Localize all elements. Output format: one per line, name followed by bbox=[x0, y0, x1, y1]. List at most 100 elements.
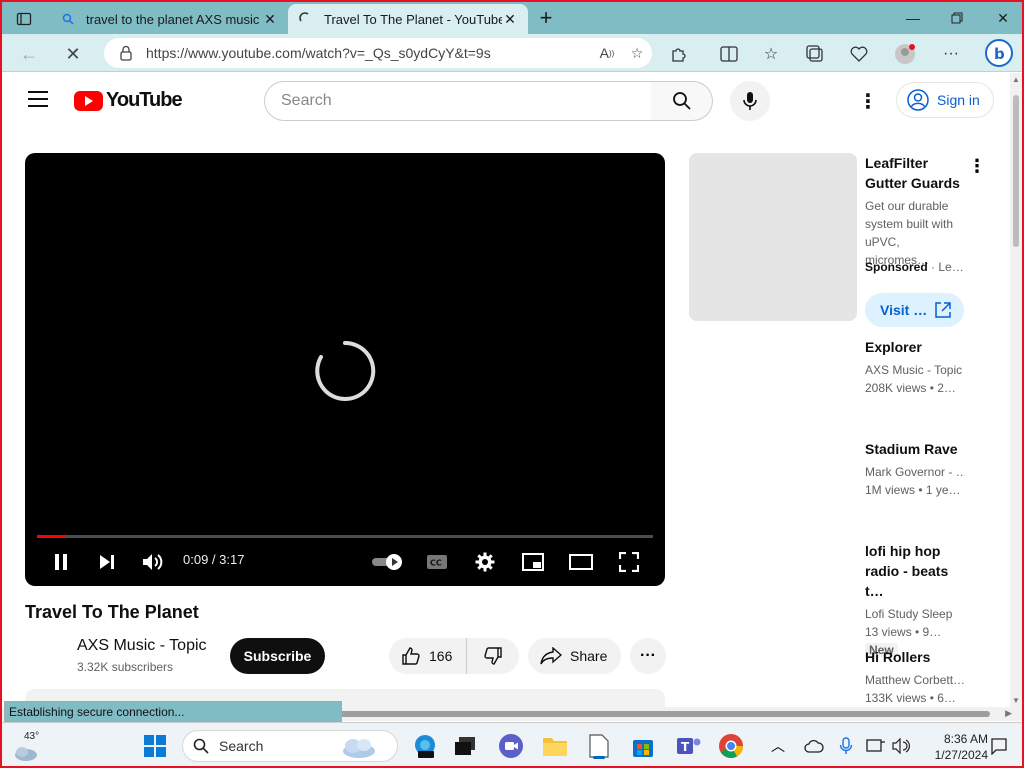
ad-thumbnail[interactable] bbox=[689, 153, 857, 321]
search-input[interactable]: Search bbox=[264, 81, 652, 121]
status-bar: Establishing secure connection... bbox=[4, 701, 342, 722]
edge-preview-app[interactable] bbox=[410, 731, 440, 761]
maximize-button[interactable] bbox=[934, 2, 980, 34]
search-placeholder: Search bbox=[281, 92, 332, 109]
plus-icon: + bbox=[539, 5, 553, 30]
settings-menu-button[interactable]: ··· bbox=[938, 41, 964, 67]
account-icon bbox=[907, 89, 929, 111]
notepad-app[interactable] bbox=[584, 731, 614, 761]
favorites-button[interactable]: ☆ bbox=[758, 41, 784, 67]
close-icon: ✕ bbox=[65, 43, 81, 64]
store-app[interactable] bbox=[628, 731, 658, 761]
read-aloud-icon[interactable]: A)) bbox=[592, 38, 622, 68]
tab-youtube[interactable]: Travel To The Planet - YouTube ✕ bbox=[288, 4, 528, 34]
sign-in-button[interactable]: Sign in bbox=[896, 82, 994, 118]
mute-button[interactable] bbox=[139, 549, 167, 575]
copilot-button[interactable]: b bbox=[984, 38, 1014, 68]
teams-app[interactable]: T bbox=[674, 731, 704, 761]
show-hidden-icons-button[interactable]: ︿ bbox=[768, 731, 788, 761]
collections-button[interactable] bbox=[802, 41, 828, 67]
onedrive-tray[interactable] bbox=[802, 731, 826, 761]
split-screen-button[interactable] bbox=[716, 41, 742, 67]
vertical-scrollbar[interactable]: ▲ ▼ bbox=[1010, 73, 1022, 707]
vertical-dots-icon: ⋮ bbox=[968, 155, 986, 176]
hamburger-menu-button[interactable] bbox=[28, 91, 48, 107]
miniplayer-button[interactable] bbox=[519, 549, 547, 575]
captions-button[interactable]: CC bbox=[423, 549, 451, 575]
pause-button[interactable] bbox=[47, 549, 75, 575]
dislike-button[interactable] bbox=[467, 638, 519, 674]
progress-bar[interactable] bbox=[37, 535, 653, 538]
start-button[interactable] bbox=[140, 731, 170, 761]
file-explorer-app[interactable] bbox=[540, 731, 570, 761]
tab-actions-button[interactable] bbox=[10, 8, 38, 30]
more-actions-button[interactable]: ··· bbox=[630, 638, 666, 674]
close-icon[interactable]: ✕ bbox=[262, 11, 278, 27]
ad-menu-button[interactable]: ⋮ bbox=[968, 155, 986, 177]
channel-name[interactable]: AXS Music - Topic bbox=[77, 637, 207, 655]
scroll-right-icon[interactable]: ▶ bbox=[1005, 708, 1012, 719]
voice-search-button[interactable] bbox=[730, 81, 770, 121]
visit-site-button[interactable]: Visit … bbox=[865, 293, 964, 327]
external-link-icon bbox=[935, 302, 951, 318]
recommendation-item[interactable]: Hi Rollers Matthew Corbett… 133K views •… bbox=[865, 647, 965, 707]
video-player[interactable]: 0:09 / 3:17 CC bbox=[25, 153, 665, 586]
puzzle-icon bbox=[672, 48, 686, 62]
profile-button[interactable] bbox=[892, 41, 918, 67]
ad-title[interactable]: LeafFilter Gutter Guards bbox=[865, 153, 965, 193]
recommendation-item[interactable]: Stadium Rave Mark Governor - … 1M views … bbox=[865, 439, 965, 499]
favorites-icon: ☆ bbox=[763, 46, 779, 63]
browser-window: travel to the planet AXS music - ✕ Trave… bbox=[0, 0, 1024, 768]
scroll-down-icon[interactable]: ▼ bbox=[1012, 696, 1020, 705]
search-button[interactable] bbox=[651, 81, 713, 121]
settings-dots-button[interactable]: ⋮ bbox=[858, 89, 878, 113]
youtube-logo[interactable]: YouTube bbox=[74, 89, 183, 112]
clock-time: 8:36 AM bbox=[943, 732, 988, 746]
taskbar-clock[interactable]: 8:36 AM 1/27/2024 bbox=[922, 731, 988, 763]
cloud-icon bbox=[804, 739, 824, 753]
recommendation-item[interactable]: lofi hip hop radio - beats t… Lofi Study… bbox=[865, 541, 965, 659]
microphone-tray[interactable] bbox=[834, 731, 858, 761]
fullscreen-button[interactable] bbox=[615, 549, 643, 575]
new-tab-button[interactable]: + bbox=[534, 5, 558, 30]
task-view-icon bbox=[455, 737, 475, 755]
network-tray[interactable] bbox=[864, 731, 888, 761]
split-screen-icon bbox=[720, 46, 738, 62]
performance-button[interactable] bbox=[846, 41, 872, 67]
skip-next-icon bbox=[100, 555, 114, 569]
scroll-thumb[interactable] bbox=[340, 711, 990, 717]
close-window-button[interactable]: ✕ bbox=[980, 2, 1022, 34]
close-icon[interactable]: ✕ bbox=[502, 11, 518, 27]
arrow-left-icon: ← bbox=[20, 43, 38, 64]
back-button[interactable]: ← bbox=[16, 41, 42, 67]
next-button[interactable] bbox=[93, 549, 121, 575]
share-button[interactable]: Share bbox=[528, 638, 621, 674]
gear-icon bbox=[475, 552, 495, 572]
chrome-app[interactable] bbox=[716, 731, 746, 761]
notifications-button[interactable] bbox=[988, 731, 1010, 761]
autoplay-toggle[interactable] bbox=[371, 549, 405, 575]
meet-app[interactable] bbox=[496, 731, 526, 761]
settings-button[interactable] bbox=[471, 549, 499, 575]
stop-loading-button[interactable]: ✕ bbox=[60, 41, 86, 67]
search-icon bbox=[193, 738, 209, 754]
task-view-app[interactable] bbox=[450, 731, 480, 761]
extensions-button[interactable] bbox=[666, 41, 692, 67]
taskbar-search[interactable]: Search bbox=[182, 730, 398, 762]
minimize-button[interactable]: — bbox=[890, 2, 936, 34]
rec-channel: AXS Music - Topic bbox=[865, 363, 963, 377]
url-box[interactable]: https://www.youtube.com/watch?v=_Qs_s0yd… bbox=[104, 38, 652, 68]
volume-icon bbox=[892, 738, 910, 754]
scroll-up-icon[interactable]: ▲ bbox=[1012, 75, 1020, 84]
volume-tray[interactable] bbox=[890, 731, 914, 761]
chevron-up-icon: ︿ bbox=[771, 738, 785, 754]
recommendation-item[interactable]: Explorer AXS Music - Topic 208K views • … bbox=[865, 337, 965, 397]
collections-icon bbox=[806, 45, 823, 62]
like-dislike-group: 166 bbox=[389, 638, 519, 674]
like-button[interactable]: 166 bbox=[389, 638, 467, 674]
star-icon[interactable]: ☆ bbox=[622, 38, 652, 68]
theater-mode-button[interactable] bbox=[567, 549, 595, 575]
subscribe-button[interactable]: Subscribe bbox=[230, 638, 325, 674]
scroll-thumb[interactable] bbox=[1013, 95, 1019, 247]
tab-search-results[interactable]: travel to the planet AXS music - ✕ bbox=[50, 4, 288, 34]
